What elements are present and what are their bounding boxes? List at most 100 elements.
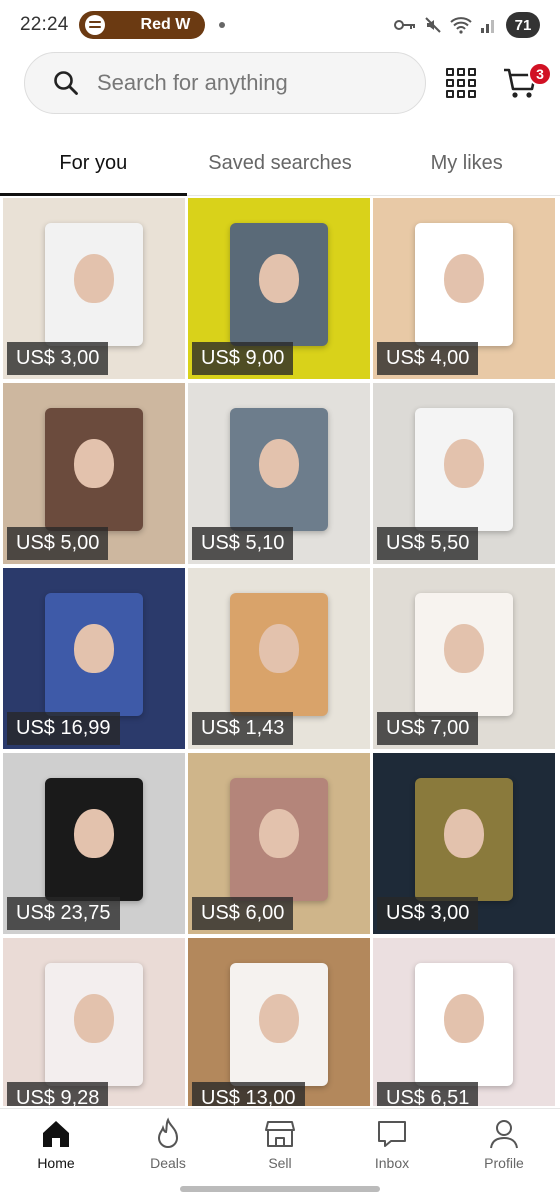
grid-cell (446, 68, 454, 76)
tab-my-likes[interactable]: My likes (373, 140, 560, 195)
listing-price: US$ 13,00 (192, 1082, 305, 1106)
search-bar[interactable] (24, 52, 426, 114)
tab-saved-searches[interactable]: Saved searches (187, 140, 374, 195)
photo-subject (444, 994, 484, 1044)
battery-indicator: 71 (506, 12, 540, 38)
categories-grid-button[interactable] (446, 68, 476, 98)
nav-label: Inbox (374, 1155, 410, 1171)
listing-price: US$ 3,00 (7, 342, 109, 375)
notification-dot-icon (218, 22, 225, 28)
photo-subject (444, 809, 484, 859)
store-icon (265, 1121, 295, 1147)
search-input[interactable] (97, 70, 397, 96)
listing-price: US$ 3,00 (377, 897, 479, 930)
listing-card[interactable]: US$ 3,00 (373, 753, 555, 934)
listing-photo (44, 593, 144, 717)
nav-profile[interactable]: Profile (448, 1109, 560, 1180)
photo-subject (259, 994, 299, 1044)
listing-card[interactable]: US$ 5,00 (3, 383, 185, 564)
listing-card[interactable]: US$ 9,00 (188, 198, 370, 379)
listing-card[interactable]: US$ 1,43 (188, 568, 370, 749)
listing-card[interactable]: US$ 13,00 (188, 938, 370, 1106)
listing-price: US$ 7,00 (377, 712, 479, 745)
grid-cell (457, 68, 465, 76)
listing-price: US$ 23,75 (7, 897, 120, 930)
listing-card[interactable]: US$ 7,00 (373, 568, 555, 749)
listing-photo (414, 223, 514, 347)
grid-cell (468, 90, 476, 98)
listing-photo (229, 593, 329, 717)
listing-photo (229, 223, 329, 347)
listing-photo (414, 963, 514, 1087)
listing-price: US$ 5,50 (377, 527, 479, 560)
nav-deals[interactable]: Deals (112, 1109, 224, 1180)
listing-price: US$ 6,00 (192, 897, 294, 930)
photo-subject (259, 254, 299, 304)
status-time: 22:24 (20, 14, 69, 35)
listing-price: US$ 9,00 (192, 342, 294, 375)
search-icon (54, 71, 78, 95)
nav-inbox[interactable]: Inbox (336, 1109, 448, 1180)
photo-subject (259, 624, 299, 674)
listing-photo (229, 408, 329, 532)
listing-price: US$ 5,00 (7, 527, 109, 560)
home-icon (43, 1121, 69, 1147)
wifi-icon (450, 17, 472, 34)
tab-for-you[interactable]: For you (0, 140, 187, 196)
listing-card[interactable]: US$ 9,28 (3, 938, 185, 1106)
flame-icon (157, 1117, 179, 1148)
listing-photo (229, 778, 329, 902)
gesture-home-bar[interactable] (180, 1186, 380, 1192)
media-pill[interactable]: Red W (78, 11, 205, 39)
listing-photo (44, 408, 144, 532)
grid-cell (457, 79, 465, 87)
listing-photo (44, 963, 144, 1087)
nav-label: Sell (268, 1155, 292, 1171)
person-icon (490, 1120, 518, 1149)
bottom-nav: Home Deals Sell Inbox Profile (0, 1108, 560, 1180)
listing-price: US$ 6,51 (377, 1082, 479, 1106)
listing-card[interactable]: US$ 5,10 (188, 383, 370, 564)
grid-cell (446, 90, 454, 98)
photo-subject (444, 624, 484, 674)
grid-cell (468, 79, 476, 87)
nav-label: Deals (150, 1155, 186, 1171)
listing-price: US$ 16,99 (7, 712, 120, 745)
listing-photo (44, 223, 144, 347)
listing-card[interactable]: US$ 4,00 (373, 198, 555, 379)
listing-card[interactable]: US$ 6,51 (373, 938, 555, 1106)
listing-price: US$ 5,10 (192, 527, 294, 560)
media-label: Red W (140, 16, 191, 33)
mute-icon (425, 17, 441, 33)
spotify-icon (84, 15, 105, 35)
listing-card[interactable]: US$ 6,00 (188, 753, 370, 934)
listing-card[interactable]: US$ 3,00 (3, 198, 185, 379)
listing-price: US$ 1,43 (192, 712, 294, 745)
listing-price: US$ 9,28 (7, 1082, 109, 1106)
key-icon (394, 20, 415, 30)
photo-subject (74, 439, 114, 489)
listing-grid: US$ 3,00 US$ 9,00 US$ 4,00 US$ 5,00 US$ … (3, 198, 557, 1106)
nav-sell[interactable]: Sell (224, 1109, 336, 1180)
listing-photo (229, 963, 329, 1087)
photo-subject (74, 624, 114, 674)
listing-card[interactable]: US$ 16,99 (3, 568, 185, 749)
signal-icon (481, 20, 494, 33)
listing-photo (414, 408, 514, 532)
photo-subject (259, 809, 299, 859)
listing-card[interactable]: US$ 23,75 (3, 753, 185, 934)
photo-subject (74, 254, 114, 304)
nav-label: Profile (484, 1155, 524, 1171)
status-icons: 71 (394, 12, 540, 38)
listing-card[interactable]: US$ 5,50 (373, 383, 555, 564)
grid-cell (457, 90, 465, 98)
feed-tabs: For you Saved searches My likes (0, 140, 560, 196)
message-icon (378, 1121, 406, 1147)
listing-photo (414, 593, 514, 717)
listing-price: US$ 4,00 (377, 342, 479, 375)
nav-home[interactable]: Home (0, 1109, 112, 1180)
listing-photo (414, 778, 514, 902)
nav-label: Home (37, 1155, 75, 1171)
grid-cell (446, 79, 454, 87)
grid-cell (468, 68, 476, 76)
